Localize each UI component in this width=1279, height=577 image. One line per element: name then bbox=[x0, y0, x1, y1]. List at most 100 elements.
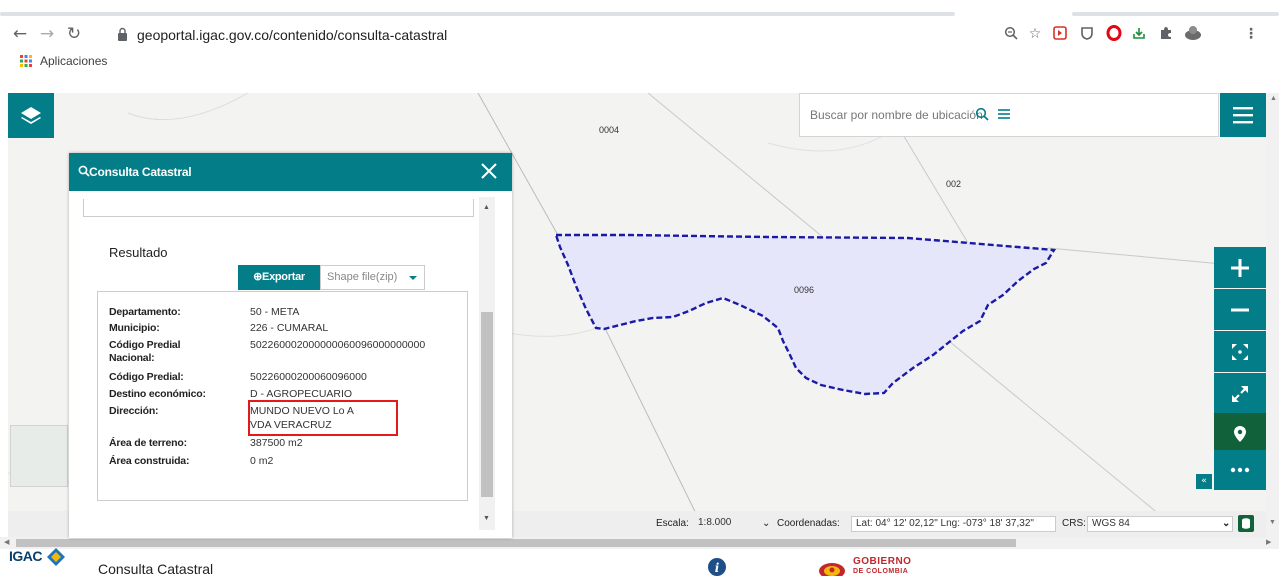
igac-logo-text: IGAC bbox=[9, 548, 43, 564]
export-format-value: Shape file(zip) bbox=[327, 271, 398, 283]
bookmarks-bar bbox=[0, 50, 1279, 74]
horizontal-scrollbar[interactable]: ◀ ▶ bbox=[0, 537, 1279, 549]
fit-extent-icon bbox=[1232, 343, 1248, 360]
address-bar[interactable]: geoportal.igac.gov.co/contenido/consulta… bbox=[137, 25, 447, 45]
hamburger-icon bbox=[1233, 107, 1253, 124]
panel-scroll-down-icon[interactable]: ▼ bbox=[483, 515, 490, 522]
reload-icon[interactable]: ↻ bbox=[64, 24, 84, 44]
page-vertical-scrollbar[interactable]: ▲ ▼ bbox=[1266, 93, 1279, 538]
zoom-out-button[interactable] bbox=[1214, 289, 1266, 330]
panel-scroll-up-icon[interactable]: ▲ bbox=[483, 204, 490, 211]
star-icon[interactable]: ☆ bbox=[1024, 23, 1046, 45]
zoom-in-button[interactable] bbox=[1214, 247, 1266, 288]
main-menu-button[interactable] bbox=[1220, 93, 1266, 137]
location-button[interactable] bbox=[1214, 413, 1266, 454]
full-extent-button[interactable] bbox=[1214, 331, 1266, 372]
field-value-municipio: 226 - CUMARAL bbox=[250, 322, 329, 334]
gobierno-colombia-logo: GOBIERNO DE COLOMBIA bbox=[853, 557, 911, 577]
extension-shield-icon[interactable] bbox=[1080, 26, 1094, 40]
result-heading: Resultado bbox=[109, 245, 168, 260]
browser-menu-icon[interactable]: ⋮ bbox=[1240, 23, 1262, 45]
panel-scroll-thumb[interactable] bbox=[481, 312, 493, 497]
extension-red-icon[interactable] bbox=[1053, 26, 1067, 40]
apps-grid-icon[interactable] bbox=[20, 55, 32, 67]
colombia-coat-of-arms-icon bbox=[819, 563, 845, 576]
export-button[interactable]: ⊕Exportar bbox=[238, 265, 320, 290]
field-label-area-construida: Área construida: bbox=[109, 455, 190, 467]
field-label-direccion: Dirección: bbox=[109, 405, 159, 417]
opera-icon[interactable] bbox=[1106, 25, 1122, 41]
crs-chevron-down-icon[interactable]: ⌄ bbox=[1222, 518, 1230, 530]
expand-icon bbox=[1232, 385, 1248, 402]
chevron-down-icon[interactable]: ⌄ bbox=[762, 518, 770, 530]
crs-value: WGS 84 bbox=[1092, 518, 1130, 529]
minus-icon bbox=[1231, 308, 1249, 311]
extension-download-icon[interactable] bbox=[1132, 26, 1146, 40]
parcel-label-0096: 0096 bbox=[794, 285, 815, 295]
field-label-departamento: Departamento: bbox=[109, 306, 181, 318]
double-chevron-left-icon: « bbox=[1201, 476, 1207, 486]
scroll-right-arrow-icon[interactable]: ▶ bbox=[1266, 538, 1271, 546]
tab-strip bbox=[0, 0, 1279, 20]
more-tools-button[interactable] bbox=[1214, 450, 1266, 490]
database-icon bbox=[1242, 518, 1250, 529]
lock-icon bbox=[118, 27, 127, 41]
query-form-field[interactable] bbox=[83, 199, 474, 217]
igac-logo-mark-icon bbox=[47, 548, 65, 566]
profile-avatar-icon[interactable] bbox=[1183, 24, 1203, 42]
search-options-icon[interactable] bbox=[997, 107, 1011, 121]
field-value-codigo-nacional: 502260002000000060096000000000 bbox=[250, 339, 426, 351]
search-icon[interactable] bbox=[975, 107, 989, 121]
info-icon[interactable]: i bbox=[708, 558, 726, 576]
tab-strip-bar bbox=[0, 12, 955, 16]
layers-icon bbox=[21, 107, 41, 124]
field-value-departamento: 50 - META bbox=[250, 306, 300, 318]
forward-icon[interactable]: → bbox=[37, 24, 57, 44]
field-label-codigo-nacional: Código Predial bbox=[109, 339, 181, 351]
ellipsis-icon bbox=[1230, 467, 1250, 473]
field-label-codigo-nacional-line2: Nacional: bbox=[109, 352, 155, 364]
address-highlight-box bbox=[248, 400, 398, 436]
scroll-up-arrow-icon[interactable]: ▲ bbox=[1270, 95, 1277, 102]
field-value-area-terreno: 387500 m2 bbox=[250, 437, 303, 449]
field-label-municipio: Municipio: bbox=[109, 322, 160, 334]
coords-readout: Lat: 04° 12' 02,12" Lng: -073° 18' 37,32… bbox=[851, 516, 1056, 532]
coords-label: Coordenadas: bbox=[777, 518, 840, 529]
svg-text:i: i bbox=[715, 561, 720, 575]
scale-label: Escala: bbox=[656, 518, 689, 529]
panel-title: Consulta Catastral bbox=[89, 165, 192, 179]
horizontal-scroll-thumb[interactable] bbox=[16, 539, 1016, 547]
back-icon[interactable]: ← bbox=[10, 24, 30, 44]
field-value-codigo-predial: 50226000200060096000 bbox=[250, 371, 367, 383]
crs-label: CRS: bbox=[1062, 518, 1086, 529]
footer-title: Consulta Catastral bbox=[98, 561, 214, 577]
gov-line-1: GOBIERNO bbox=[853, 556, 912, 567]
crs-select[interactable]: WGS 84 bbox=[1087, 516, 1233, 532]
parcel-label-0004: 0004 bbox=[599, 125, 620, 135]
bookmark-apps-label[interactable]: Aplicaciones bbox=[40, 53, 107, 69]
field-label-destino: Destino económico: bbox=[109, 388, 206, 400]
panel-scrollbar[interactable]: ▲ ▼ bbox=[479, 197, 495, 530]
database-button[interactable] bbox=[1238, 515, 1254, 532]
map-pin-icon bbox=[1234, 425, 1246, 442]
fullscreen-button[interactable] bbox=[1214, 373, 1266, 414]
puzzle-icon[interactable] bbox=[1159, 26, 1173, 40]
parcel-label-002: 002 bbox=[946, 179, 962, 189]
overview-minimap[interactable] bbox=[10, 425, 68, 487]
scroll-down-arrow-icon[interactable]: ▼ bbox=[1269, 519, 1276, 526]
caret-down-icon[interactable] bbox=[402, 266, 424, 289]
scroll-left-arrow-icon[interactable]: ◀ bbox=[4, 538, 9, 546]
field-value-destino: D - AGROPECUARIO bbox=[250, 388, 353, 400]
field-label-area-terreno: Área de terreno: bbox=[109, 437, 187, 449]
parcel-polygon[interactable] bbox=[554, 233, 1057, 396]
close-icon[interactable] bbox=[478, 160, 500, 182]
plus-icon bbox=[1231, 258, 1249, 277]
scale-value: 1:8.000 bbox=[698, 517, 732, 528]
zoom-page-icon[interactable] bbox=[1004, 26, 1018, 40]
collapse-panel-button[interactable]: « bbox=[1196, 474, 1212, 489]
coords-value: Lat: 04° 12' 02,12" Lng: -073° 18' 37,32… bbox=[856, 518, 1034, 529]
layers-button[interactable] bbox=[8, 93, 54, 138]
field-value-area-construida: 0 m2 bbox=[250, 455, 274, 467]
tab-strip-bar-right bbox=[1072, 12, 1279, 16]
field-label-codigo-predial: Código Predial: bbox=[109, 371, 184, 383]
